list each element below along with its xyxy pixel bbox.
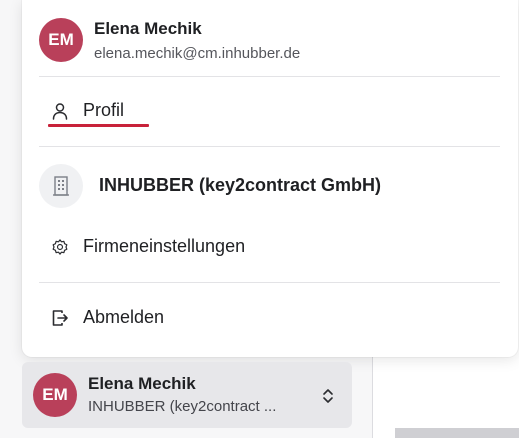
divider [39, 76, 500, 77]
user-menu-dropdown: EM Elena Mechik elena.mechik@cm.inhubber… [22, 0, 518, 357]
menu-item-logout-label: Abmelden [83, 307, 165, 327]
avatar: EM [33, 373, 77, 417]
menu-item-logout[interactable]: Abmelden [39, 298, 500, 338]
organization-badge [39, 164, 83, 208]
building-icon [53, 176, 69, 196]
user-email: elena.mechik@cm.inhubber.de [94, 45, 301, 62]
user-name: Elena Mechik [94, 19, 202, 38]
divider [39, 282, 500, 283]
organization-name[interactable]: INHUBBER (key2contract GmbH) [99, 175, 381, 196]
account-switcher[interactable]: EM Elena Mechik INHUBBER (key2contract .… [22, 362, 352, 428]
menu-item-company-settings-label: Firmeneinstellungen [83, 236, 246, 256]
active-item-underline [48, 124, 149, 127]
gear-icon [52, 239, 68, 255]
horizontal-scrollbar[interactable] [395, 428, 519, 438]
chevron-up-down-icon [323, 389, 333, 403]
logout-icon [52, 310, 68, 326]
menu-item-company-settings[interactable]: Firmeneinstellungen [39, 227, 500, 267]
menu-item-profile-label: Profil [83, 100, 125, 120]
divider [39, 146, 500, 147]
avatar: EM [39, 18, 83, 62]
switcher-user-name: Elena Mechik [88, 374, 196, 393]
user-icon [52, 103, 68, 120]
switcher-organization: INHUBBER (key2contract ... [88, 398, 277, 415]
